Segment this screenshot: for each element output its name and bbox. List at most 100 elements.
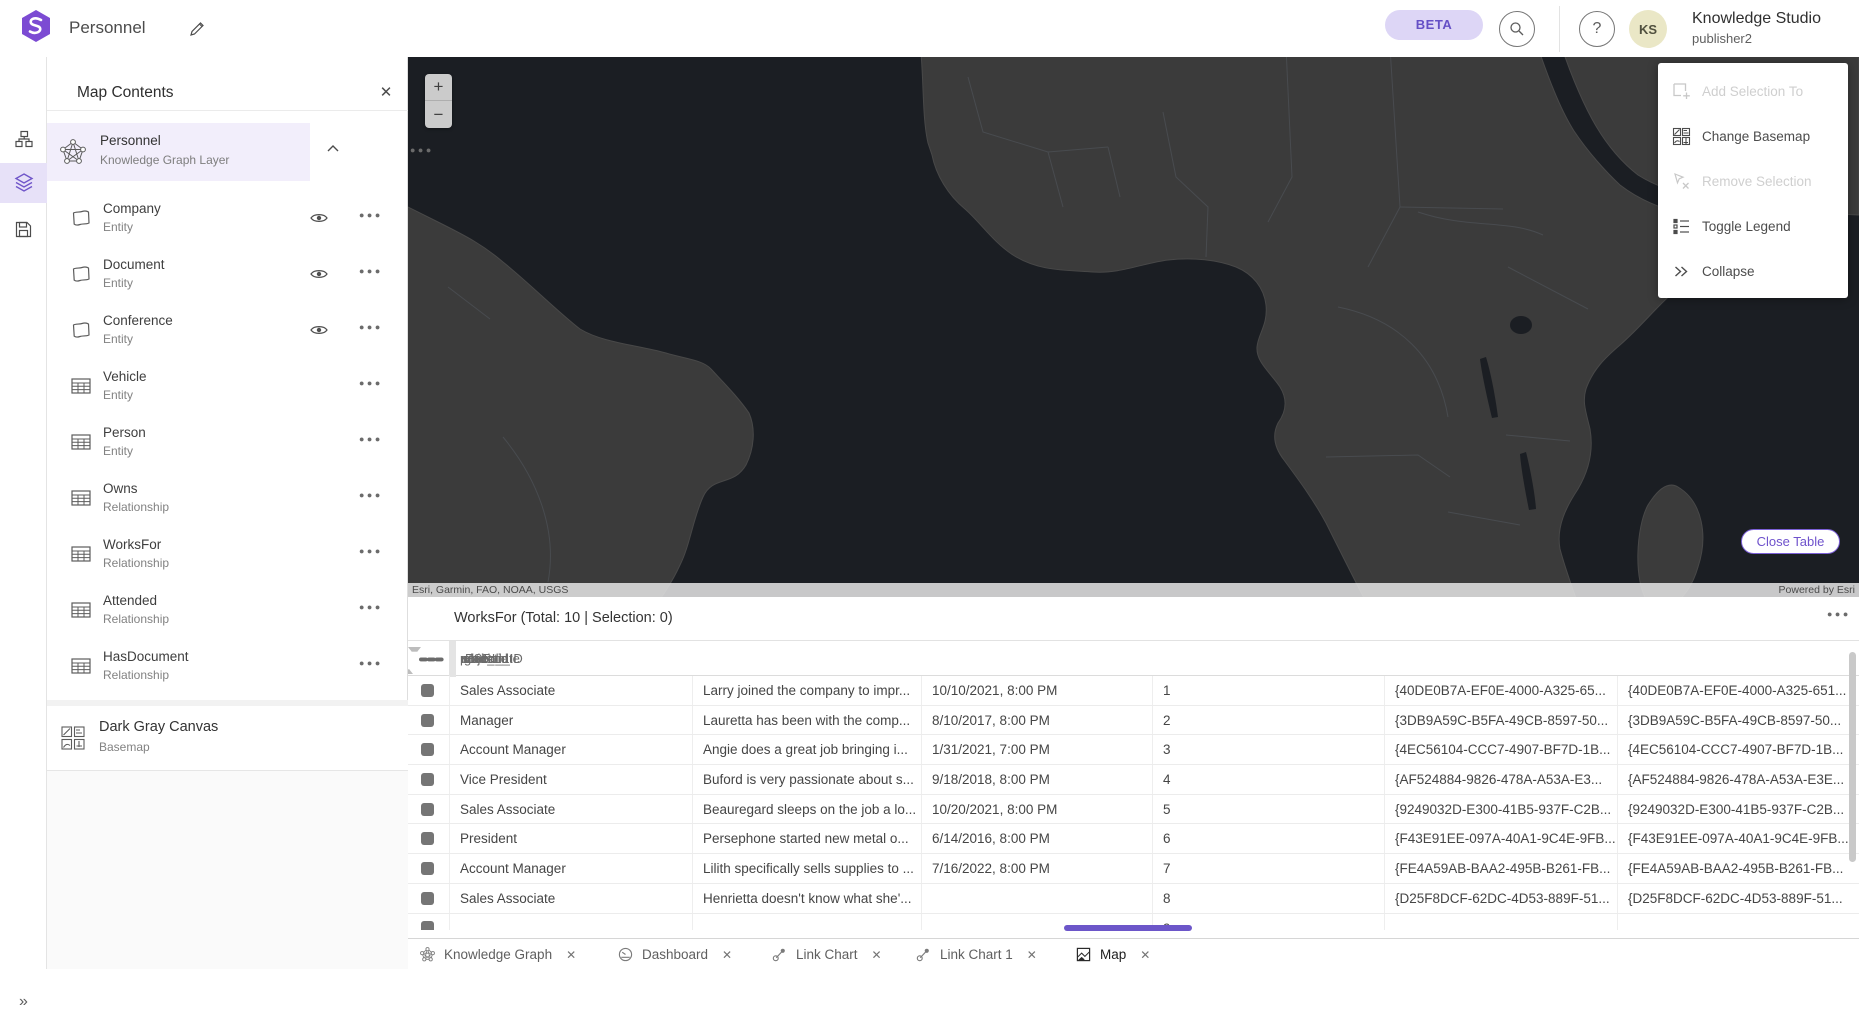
row-checkbox[interactable] xyxy=(421,892,434,905)
menu-item-label: Toggle Legend xyxy=(1702,219,1791,234)
layer-row[interactable]: WorksFor Relationship ●●● xyxy=(47,526,408,582)
question-icon: ? xyxy=(1593,20,1602,38)
close-table-button[interactable]: Close Table xyxy=(1741,529,1840,554)
cell-globalid: {AF524884-9826-478A-A53A-E3... xyxy=(1385,765,1618,794)
layer-name: Company xyxy=(103,201,161,216)
layer-row[interactable]: Vehicle Entity ●●● xyxy=(47,358,408,414)
layer-options-icon[interactable]: ●●● xyxy=(359,210,383,220)
menu-item[interactable]: Change Basemap xyxy=(1658,114,1848,159)
help-button[interactable]: ? xyxy=(1579,11,1615,47)
cell-position: President xyxy=(450,824,693,853)
visibility-eye-icon[interactable] xyxy=(309,208,329,228)
layer-row[interactable]: HasDocument Relationship ●●● xyxy=(47,638,408,694)
cell-start-date: 10/10/2021, 8:00 PM xyxy=(922,676,1153,705)
layer-type: Relationship xyxy=(103,668,169,682)
cell-globalid: {9249032D-E300-41B5-937F-C2B... xyxy=(1385,795,1618,824)
save-button[interactable] xyxy=(0,209,47,249)
layers-icon xyxy=(14,173,34,193)
close-tab-icon[interactable]: ✕ xyxy=(1140,948,1150,962)
row-checkbox[interactable] xyxy=(421,803,434,816)
layer-options-icon[interactable]: ●●● xyxy=(359,322,383,332)
close-tab-icon[interactable]: ✕ xyxy=(722,948,732,962)
layer-name: Attended xyxy=(103,593,157,608)
row-checkbox[interactable] xyxy=(421,832,434,845)
row-checkbox[interactable] xyxy=(421,773,434,786)
search-button[interactable] xyxy=(1499,11,1535,47)
layer-options-icon[interactable]: ●●● xyxy=(359,602,383,612)
row-checkbox[interactable] xyxy=(421,714,434,727)
table-row[interactable]: President Persephone started new metal o… xyxy=(408,824,1859,854)
edit-title-icon[interactable] xyxy=(188,20,206,38)
menu-item-label: Add Selection To xyxy=(1702,84,1803,99)
cell-esri-id xyxy=(1618,914,1859,931)
layer-row[interactable]: Conference Entity ●●● xyxy=(47,302,408,358)
table-row[interactable]: Account Manager Lilith specifically sell… xyxy=(408,854,1859,884)
app-logo-icon[interactable] xyxy=(19,9,53,43)
attribute-table: WorksFor (Total: 10 | Selection: 0) ●●● … xyxy=(408,597,1859,938)
zoom-in-button[interactable]: + xyxy=(425,74,452,101)
table-row[interactable]: Manager Lauretta has been with the comp.… xyxy=(408,706,1859,736)
table-icon xyxy=(69,598,93,622)
layer-row[interactable]: Person Entity ●●● xyxy=(47,414,408,470)
layer-row[interactable]: Owns Relationship ●●● xyxy=(47,470,408,526)
layer-options-icon[interactable]: ●●● xyxy=(359,490,383,500)
sort-icon[interactable] xyxy=(408,652,421,670)
close-tab-icon[interactable]: ✕ xyxy=(566,948,576,962)
layer-options-icon[interactable]: ●●● xyxy=(359,378,383,388)
table-vertical-scrollbar[interactable] xyxy=(1849,652,1856,862)
cell-notes: Lilith specifically sells supplies to ..… xyxy=(693,854,922,883)
header-divider xyxy=(1559,6,1560,52)
table-row[interactable]: Account Manager Angie does a great job b… xyxy=(408,735,1859,765)
basemap-icon xyxy=(1672,127,1691,146)
layer-row[interactable]: Company Entity ●●● xyxy=(47,190,408,246)
close-tab-icon[interactable]: ✕ xyxy=(872,948,882,962)
cell-globalid: {F43E91EE-097A-40A1-9C4E-9FB... xyxy=(1385,824,1618,853)
powered-by-esri[interactable]: Powered by Esri xyxy=(1779,583,1855,597)
layer-options-icon[interactable]: ●●● xyxy=(359,434,383,444)
view-tab[interactable]: Link Chart 1 ✕ xyxy=(908,939,1045,970)
view-tab[interactable]: Link Chart ✕ xyxy=(764,939,890,970)
layer-row[interactable]: Attended Relationship ●●● xyxy=(47,582,408,638)
knowledge-graph-layer-row[interactable]: Personnel Knowledge Graph Layer xyxy=(47,123,310,181)
menu-item[interactable]: Toggle Legend xyxy=(1658,204,1848,249)
table-row[interactable]: Sales Associate Larry joined the company… xyxy=(408,676,1859,706)
menu-item[interactable]: Remove Selection xyxy=(1658,159,1848,204)
row-select-cell xyxy=(408,884,450,913)
layer-row[interactable]: Document Entity ●●● xyxy=(47,246,408,302)
collapse-rail-button[interactable]: » xyxy=(0,987,47,1017)
layer-options-icon[interactable]: ●●● xyxy=(359,266,383,276)
visibility-eye-icon[interactable] xyxy=(309,320,329,340)
close-panel-icon[interactable]: ✕ xyxy=(375,81,397,103)
data-model-button[interactable] xyxy=(0,119,47,159)
table-body: Sales Associate Larry joined the company… xyxy=(408,676,1859,930)
row-checkbox[interactable] xyxy=(421,743,434,756)
row-checkbox[interactable] xyxy=(421,684,434,697)
menu-item[interactable]: Collapse xyxy=(1658,249,1848,294)
knowledge-graph-icon xyxy=(420,947,435,962)
view-tab[interactable]: Dashboard ✕ xyxy=(610,939,740,970)
map-view[interactable]: + − Add Selection To xyxy=(408,57,1859,597)
column-options-icon[interactable]: ●●● xyxy=(423,654,447,664)
map-contents-button[interactable] xyxy=(0,163,47,203)
table-row[interactable]: Sales Associate Beauregard sleeps on the… xyxy=(408,795,1859,825)
table-options-icon[interactable]: ●●● xyxy=(1827,609,1851,619)
row-checkbox[interactable] xyxy=(421,862,434,875)
layer-options-icon[interactable]: ●●● xyxy=(410,145,434,155)
row-checkbox[interactable] xyxy=(421,921,434,930)
table-row[interactable]: Vice President Buford is very passionate… xyxy=(408,765,1859,795)
collapse-layer-chevron-icon[interactable] xyxy=(325,143,341,155)
table-row[interactable]: Sales Associate Henrietta doesn't know w… xyxy=(408,884,1859,914)
view-tab[interactable]: Knowledge Graph ✕ xyxy=(412,939,584,970)
close-tab-icon[interactable]: ✕ xyxy=(1027,948,1037,962)
layer-options-icon[interactable]: ●●● xyxy=(359,546,383,556)
table-horizontal-scrollbar[interactable] xyxy=(1064,925,1192,931)
menu-item[interactable]: Add Selection To xyxy=(1658,69,1848,114)
save-icon xyxy=(15,221,32,238)
visibility-eye-icon[interactable] xyxy=(309,264,329,284)
user-avatar[interactable]: KS xyxy=(1629,10,1667,48)
zoom-out-button[interactable]: − xyxy=(425,101,452,128)
view-tab[interactable]: Map ✕ xyxy=(1068,939,1158,970)
table-header-cell[interactable]: ESRI__ID ●●● xyxy=(455,641,456,677)
layer-options-icon[interactable]: ●●● xyxy=(359,658,383,668)
basemap-row[interactable]: Dark Gray Canvas Basemap xyxy=(47,706,408,770)
